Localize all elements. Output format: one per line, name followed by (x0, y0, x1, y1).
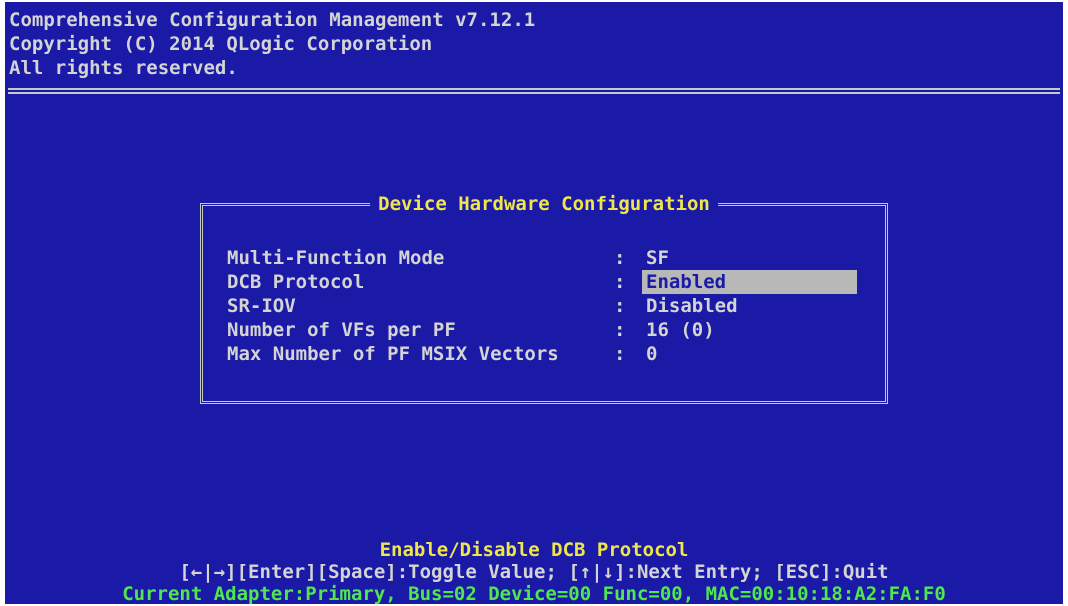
copyright-line: Copyright (C) 2014 QLogic Corporation (9, 33, 433, 55)
app-title: Comprehensive Configuration Management v… (9, 9, 536, 31)
setting-multi-function-mode[interactable]: Multi-Function Mode : SF (227, 246, 857, 270)
rights-line: All rights reserved. (9, 57, 238, 79)
setting-max-pf-msix-vectors[interactable]: Max Number of PF MSIX Vectors : 0 (227, 342, 857, 366)
setting-value-selected[interactable]: Enabled (642, 270, 857, 294)
setting-separator: : (614, 295, 626, 317)
setting-separator: : (614, 271, 626, 293)
device-hardware-config-dialog: Device Hardware Configuration Multi-Func… (200, 192, 888, 404)
settings-list: Multi-Function Mode : SF DCB Protocol : … (227, 246, 857, 366)
bios-screen: Comprehensive Configuration Management v… (5, 2, 1063, 604)
setting-label: Number of VFs per PF (227, 319, 456, 341)
setting-separator: : (614, 319, 626, 341)
setting-value[interactable]: SF (642, 246, 857, 270)
header-divider (8, 88, 1060, 94)
setting-label: Multi-Function Mode (227, 247, 445, 269)
setting-dcb-protocol[interactable]: DCB Protocol : Enabled (227, 270, 857, 294)
setting-value[interactable]: 16 (0) (642, 318, 857, 342)
dialog-title: Device Hardware Configuration (370, 192, 718, 216)
setting-label: DCB Protocol (227, 271, 365, 293)
setting-label: SR-IOV (227, 295, 296, 317)
setting-vfs-per-pf[interactable]: Number of VFs per PF : 16 (0) (227, 318, 857, 342)
setting-sr-iov[interactable]: SR-IOV : Disabled (227, 294, 857, 318)
setting-separator: : (614, 343, 626, 365)
setting-value[interactable]: Disabled (642, 294, 857, 318)
help-text: Enable/Disable DCB Protocol (379, 539, 689, 561)
setting-separator: : (614, 247, 626, 269)
key-hints: [←|→][Enter][Space]:Toggle Value; [↑|↓]:… (179, 561, 889, 583)
adapter-status: Current Adapter:Primary, Bus=02 Device=0… (122, 583, 946, 604)
header: Comprehensive Configuration Management v… (9, 8, 535, 80)
setting-label: Max Number of PF MSIX Vectors (227, 343, 559, 365)
setting-value[interactable]: 0 (642, 342, 857, 366)
